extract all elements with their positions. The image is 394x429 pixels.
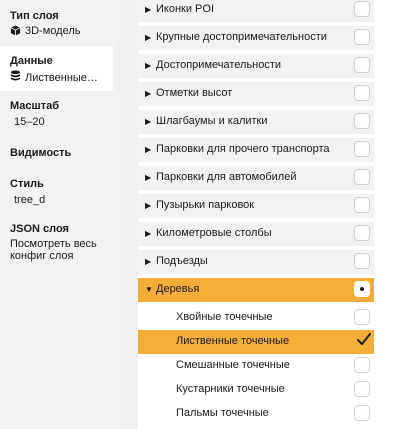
sublayer-label: Хвойные точечные: [176, 311, 273, 323]
layer-type-label: Тип слоя: [10, 10, 59, 22]
cube-icon: [10, 25, 21, 39]
layer-type-value-wrap: 3D-модель: [10, 25, 80, 39]
layer-checkbox[interactable]: [354, 1, 370, 17]
layer-row-label: Подъезды: [156, 255, 208, 267]
sublayer-checkbox[interactable]: [354, 309, 370, 325]
data-value: Лиственные точечные: [25, 72, 99, 84]
style-value: tree_d: [14, 194, 46, 206]
panel-indent: [118, 0, 138, 429]
layer-row-label: Парковки для прочего транспорта: [156, 143, 330, 155]
layer-row-label: Шлагбаумы и калитки: [156, 115, 268, 127]
json-section: JSON слоя Посмотреть весь конфиг слоя: [0, 222, 118, 272]
layer-row[interactable]: ▶ Иконки POI: [138, 0, 374, 22]
layer-row-label: Километровые столбы: [156, 227, 272, 239]
expand-triangle-icon[interactable]: ▶: [145, 5, 151, 14]
style-section: Стиль tree_d: [0, 176, 118, 212]
data-value-wrap: Лиственные точечные: [10, 70, 99, 84]
layer-row-label: Пузырьки парковок: [156, 199, 255, 211]
layer-row-label: Достопримечательности: [156, 59, 282, 71]
sublayer-label: Пальмы точечные: [176, 407, 269, 419]
layer-checkbox[interactable]: [354, 85, 370, 101]
layer-checkbox[interactable]: [354, 113, 370, 129]
expand-triangle-icon[interactable]: ▶: [145, 257, 151, 266]
layer-row[interactable]: ▶ Достопримечательности: [138, 54, 374, 78]
layer-type-section: Тип слоя 3D-модель: [0, 8, 118, 44]
sublayer-label: Лиственные точечные: [176, 335, 290, 347]
sublayer-row[interactable]: Пальмы точечные: [138, 402, 374, 426]
layer-properties-sidebar: Тип слоя 3D-модель Данные Лиственные точ…: [0, 0, 118, 429]
layer-checkbox[interactable]: [354, 225, 370, 241]
layer-row-label: Деревья: [156, 283, 200, 295]
layer-row-trees[interactable]: ▼ Деревья: [138, 278, 374, 302]
style-label: Стиль: [10, 178, 44, 190]
sublayer-row[interactable]: Кустарники точечные: [138, 378, 374, 402]
layer-row-label: Отметки высот: [156, 87, 233, 99]
expand-triangle-icon[interactable]: ▶: [145, 89, 151, 98]
data-section[interactable]: Данные Лиственные точечные: [0, 46, 113, 91]
expand-triangle-icon[interactable]: ▶: [145, 33, 151, 42]
layer-type-value: 3D-модель: [25, 25, 81, 37]
layer-checkbox[interactable]: [354, 57, 370, 73]
sublayer-checkbox[interactable]: [354, 381, 370, 397]
layer-checkbox[interactable]: [354, 29, 370, 45]
sublayer-row[interactable]: Смешанные точечные: [138, 354, 374, 378]
scale-value: 15–20: [14, 116, 45, 128]
checkmark-icon: [357, 333, 371, 345]
sublayer-label: Смешанные точечные: [176, 359, 290, 371]
collapse-triangle-icon[interactable]: ▼: [145, 285, 153, 294]
scale-section: Масштаб 15–20: [0, 98, 118, 134]
layer-row-label: Парковки для автомобилей: [156, 171, 297, 183]
partial-dot-icon: [360, 287, 364, 291]
visibility-section: Видимость: [0, 146, 118, 166]
layer-row[interactable]: ▶ Подъезды: [138, 250, 374, 274]
json-label: JSON слоя: [10, 223, 69, 235]
sublayer-label: Кустарники точечные: [176, 383, 285, 395]
layer-checkbox-partial[interactable]: [354, 281, 370, 297]
layer-row[interactable]: ▶ Парковки для автомобилей: [138, 166, 374, 190]
layer-row[interactable]: ▶ Пузырьки парковок: [138, 194, 374, 218]
expand-triangle-icon[interactable]: ▶: [145, 201, 151, 210]
json-config-link[interactable]: Посмотреть весь конфиг слоя: [10, 238, 110, 262]
layer-row-label: Иконки POI: [156, 3, 214, 15]
layer-checkbox[interactable]: [354, 141, 370, 157]
sublayer-checkbox[interactable]: [354, 405, 370, 421]
sublayer-row[interactable]: Хвойные точечные: [138, 306, 374, 330]
expand-triangle-icon[interactable]: ▶: [145, 145, 151, 154]
layer-row[interactable]: ▶ Крупные достопримечательности: [138, 26, 374, 50]
layer-row[interactable]: ▶ Шлагбаумы и калитки: [138, 110, 374, 134]
expand-triangle-icon[interactable]: ▶: [145, 173, 151, 182]
sublayer-checkbox-checked[interactable]: [356, 333, 371, 347]
visibility-label: Видимость: [10, 147, 72, 159]
expand-triangle-icon[interactable]: ▶: [145, 117, 151, 126]
scale-label: Масштаб: [10, 100, 60, 112]
layer-row-label: Крупные достопримечательности: [156, 31, 327, 43]
sublayer-checkbox[interactable]: [354, 357, 370, 373]
layer-row[interactable]: ▶ Отметки высот: [138, 82, 374, 106]
expand-triangle-icon[interactable]: ▶: [145, 229, 151, 238]
layer-checkbox[interactable]: [354, 253, 370, 269]
layer-checkbox[interactable]: [354, 169, 370, 185]
layer-row[interactable]: ▶ Километровые столбы: [138, 222, 374, 246]
database-icon: [10, 70, 21, 84]
layer-row[interactable]: ▶ Парковки для прочего транспорта: [138, 138, 374, 162]
data-label: Данные: [10, 55, 53, 67]
layer-checkbox[interactable]: [354, 197, 370, 213]
sublayer-row-selected[interactable]: Лиственные точечные: [138, 330, 374, 354]
expand-triangle-icon[interactable]: ▶: [145, 61, 151, 70]
